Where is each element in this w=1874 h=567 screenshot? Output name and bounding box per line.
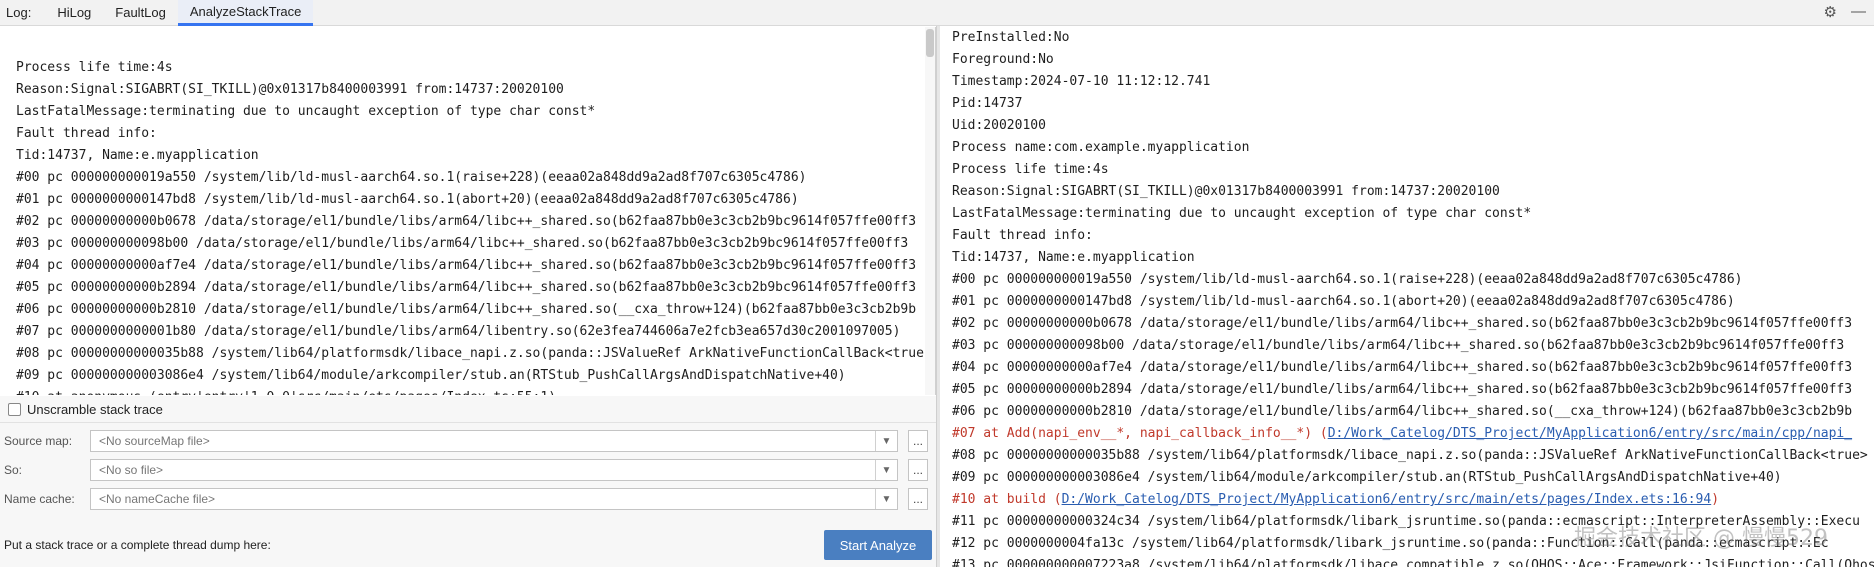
so-row: So: <No so file> ▼ ... bbox=[0, 458, 936, 482]
stack-line: #00 pc 000000000019a550 /system/lib/ld-m… bbox=[952, 272, 1743, 287]
right-stack-trace-view[interactable]: PreInstalled:No Foreground:No Timestamp:20… bbox=[940, 27, 1874, 567]
name-cache-browse-button[interactable]: ... bbox=[908, 488, 928, 510]
stack-line: #10 at anonymous (entry|entry|1.0.0|src/… bbox=[0, 387, 935, 395]
stack-line: #01 pc 0000000000147bd8 /system/lib/ld-m… bbox=[952, 294, 1735, 309]
stack-line: Process name:com.example.myapplication bbox=[952, 140, 1250, 155]
stack-line: Pid:14737 bbox=[952, 96, 1023, 111]
name-cache-select[interactable]: <No nameCache file> ▼ bbox=[90, 488, 898, 510]
tab-hilog[interactable]: HiLog bbox=[45, 0, 103, 26]
stack-line: PreInstalled:No bbox=[952, 30, 1070, 45]
stack-line: LastFatalMessage:terminating due to unca… bbox=[16, 104, 596, 119]
left-scrollbar[interactable] bbox=[925, 27, 935, 395]
stack-trace-input-label: Put a stack trace or a complete thread d… bbox=[4, 538, 271, 552]
stack-line: Tid:14737, Name:e.myapplication bbox=[16, 148, 259, 163]
gear-icon[interactable]: ⚙ bbox=[1824, 3, 1837, 21]
left-stack-trace-view[interactable]: Process life time:4s Reason:Signal:SIGABR… bbox=[0, 27, 936, 395]
chevron-down-icon[interactable]: ▼ bbox=[875, 431, 897, 451]
stack-line: #08 pc 00000000000035b88 /system/lib64/p… bbox=[952, 448, 1868, 463]
stack-line: Fault thread info: bbox=[952, 228, 1093, 243]
name-cache-row: Name cache: <No nameCache file> ▼ ... bbox=[0, 487, 936, 511]
stack-line: Reason:Signal:SIGABRT(SI_TKILL)@0x01317b… bbox=[952, 184, 1500, 199]
stack-line: Timestamp:2024-07-10 11:12:12.741 bbox=[952, 74, 1211, 89]
stack-line: Fault thread info: bbox=[16, 126, 157, 141]
unscramble-checkbox-row[interactable]: Unscramble stack trace bbox=[8, 402, 163, 417]
start-analyze-button[interactable]: Start Analyze bbox=[824, 530, 932, 560]
tab-analyzestacktrace[interactable]: AnalyzeStackTrace bbox=[177, 0, 314, 26]
source-link[interactable]: D:/Work_Catelog/DTS_Project/MyApplicatio… bbox=[1328, 426, 1852, 441]
log-label: Log: bbox=[6, 5, 32, 20]
stack-line: LastFatalMessage:terminating due to unca… bbox=[952, 206, 1532, 221]
analyze-form: Unscramble stack trace Source map: <No s… bbox=[0, 396, 936, 567]
stack-line: Foreground:No bbox=[952, 52, 1054, 67]
source-map-row: Source map: <No sourceMap file> ▼ ... bbox=[0, 429, 936, 453]
source-map-browse-button[interactable]: ... bbox=[908, 430, 928, 452]
stack-line: #00 pc 000000000019a550 /system/lib/ld-m… bbox=[16, 170, 807, 185]
stack-line: Uid:20020100 bbox=[952, 118, 1046, 133]
stack-line: #08 pc 00000000000035b88 /system/lib64/p… bbox=[16, 346, 924, 361]
stack-line: #06 pc 00000000000b2810 /data/storage/el… bbox=[952, 404, 1853, 419]
chevron-down-icon[interactable]: ▼ bbox=[875, 489, 897, 509]
stack-line: #09 pc 000000000003086e4 /system/lib64/m… bbox=[16, 368, 846, 383]
source-map-select[interactable]: <No sourceMap file> ▼ bbox=[90, 430, 898, 452]
so-browse-button[interactable]: ... bbox=[908, 459, 928, 481]
tab-faultlog[interactable]: FaultLog bbox=[103, 0, 178, 26]
minimize-icon[interactable]: — bbox=[1851, 3, 1866, 21]
stack-line: Tid:14737, Name:e.myapplication bbox=[952, 250, 1195, 265]
watermark: 掘金技术社区 @ 慢慢529 bbox=[1574, 526, 1828, 551]
stack-line: #03 pc 000000000098b00 /data/storage/el1… bbox=[952, 338, 1845, 353]
stack-line: #10 at build (D:/Work_Catelog/DTS_Projec… bbox=[952, 492, 1720, 507]
stack-line: #07 at Add(napi_env__*, napi_callback_in… bbox=[952, 426, 1853, 441]
stack-line: Process life time:4s bbox=[952, 162, 1109, 177]
stack-line: #06 pc 00000000000b2810 /data/storage/el… bbox=[16, 302, 917, 317]
log-tab-bar: Log: HiLog FaultLog AnalyzeStackTrace ⚙ … bbox=[0, 0, 1874, 26]
stack-line: Process life time:4s bbox=[16, 60, 173, 75]
source-map-label: Source map: bbox=[4, 434, 73, 448]
stack-line: #02 pc 00000000000b0678 /data/storage/el… bbox=[952, 316, 1853, 331]
unscramble-checkbox[interactable] bbox=[8, 403, 21, 416]
chevron-down-icon[interactable]: ▼ bbox=[875, 460, 897, 480]
stack-line: #09 pc 000000000003086e4 /system/lib64/m… bbox=[952, 470, 1782, 485]
stack-line: Reason:Signal:SIGABRT(SI_TKILL)@0x01317b… bbox=[16, 82, 564, 97]
stack-line: #05 pc 00000000000b2894 /data/storage/el… bbox=[952, 382, 1853, 397]
unscramble-label: Unscramble stack trace bbox=[27, 402, 163, 417]
name-cache-label: Name cache: bbox=[4, 492, 75, 506]
so-label: So: bbox=[4, 463, 23, 477]
stack-line: #03 pc 000000000098b00 /data/storage/el1… bbox=[16, 236, 909, 251]
stack-line: #02 pc 00000000000b0678 /data/storage/el… bbox=[16, 214, 917, 229]
stack-line: #01 pc 0000000000147bd8 /system/lib/ld-m… bbox=[16, 192, 799, 207]
stack-line: #05 pc 00000000000b2894 /data/storage/el… bbox=[16, 280, 917, 295]
stack-line: #13 pc 000000000007223a8 /system/lib64/p… bbox=[952, 558, 1874, 567]
stack-line: #04 pc 00000000000af7e4 /data/storage/el… bbox=[952, 360, 1853, 375]
stack-line: #04 pc 00000000000af7e4 /data/storage/el… bbox=[16, 258, 917, 273]
source-link[interactable]: D:/Work_Catelog/DTS_Project/MyApplicatio… bbox=[1062, 492, 1712, 507]
stack-line: #07 pc 0000000000001b80 /data/storage/el… bbox=[16, 324, 901, 339]
so-select[interactable]: <No so file> ▼ bbox=[90, 459, 898, 481]
